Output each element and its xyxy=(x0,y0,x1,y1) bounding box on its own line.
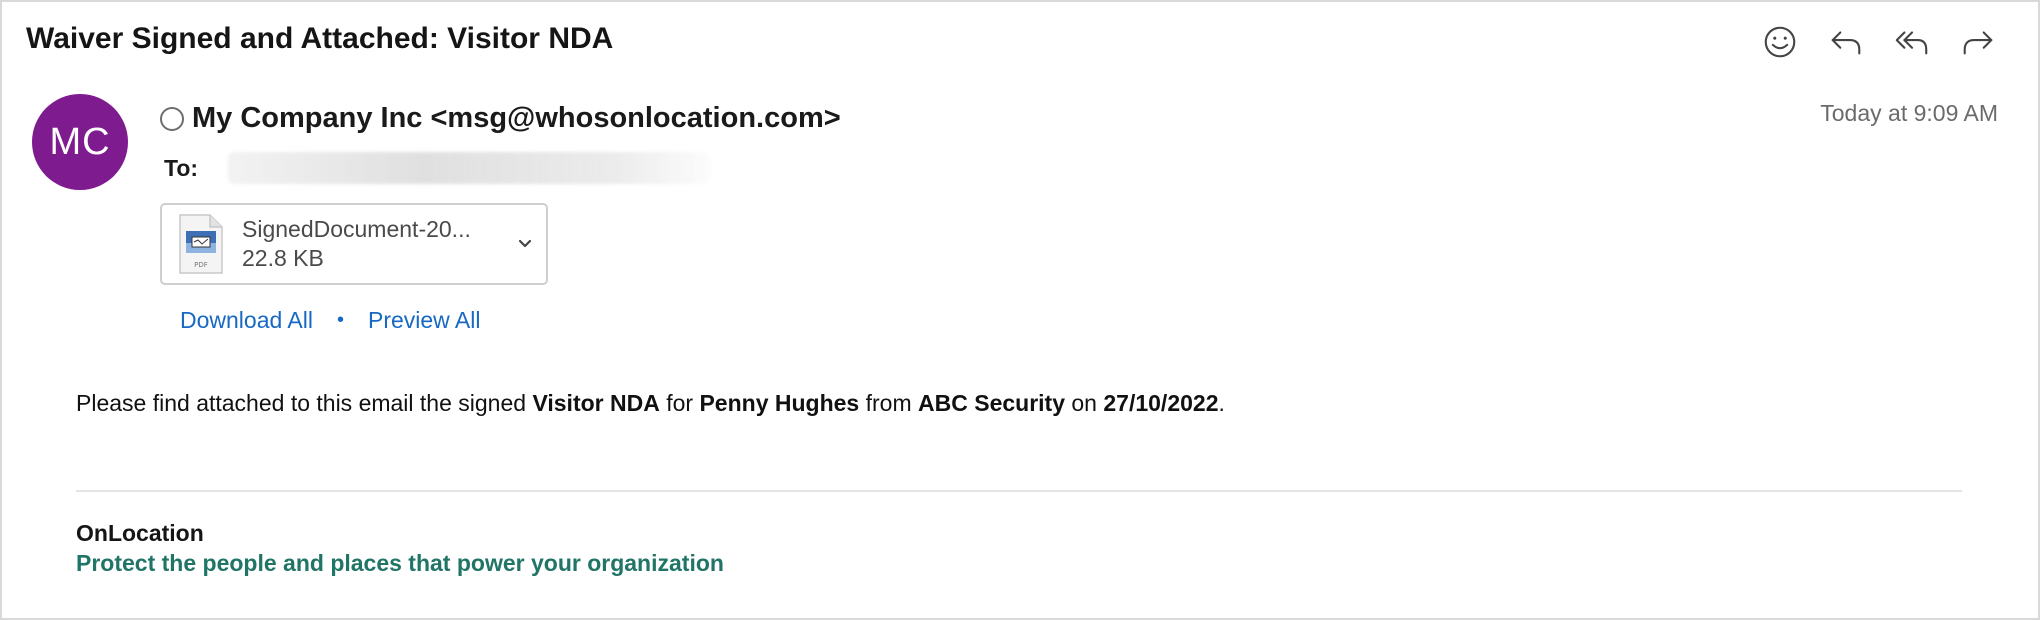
email-body: Please find attached to this email the s… xyxy=(76,390,1225,417)
attachment-card[interactable]: PDF SignedDocument-20... 22.8 KB xyxy=(160,203,548,285)
preview-all-link[interactable]: Preview All xyxy=(368,307,480,334)
attachment-links: Download All • Preview All xyxy=(180,307,480,334)
body-document: Visitor NDA xyxy=(532,390,660,416)
email-subject: Waiver Signed and Attached: Visitor NDA xyxy=(26,22,614,55)
reply-all-button[interactable] xyxy=(1890,20,1934,64)
reply-all-icon xyxy=(1895,31,1928,55)
recipient-redacted xyxy=(228,152,711,184)
pdf-file-icon: PDF xyxy=(179,214,223,274)
emoji-reaction-button[interactable] xyxy=(1758,20,1802,64)
to-label: To: xyxy=(164,154,199,181)
message-toolbar xyxy=(1758,20,2000,64)
body-text-4: on xyxy=(1065,390,1104,416)
forward-icon xyxy=(1963,31,1993,55)
forward-button[interactable] xyxy=(1956,20,2000,64)
body-person: Penny Hughes xyxy=(699,390,860,416)
chevron-down-icon[interactable] xyxy=(514,233,536,255)
signature-name: OnLocation xyxy=(76,520,204,546)
recipients-row: To: xyxy=(164,152,711,184)
body-text-2: for xyxy=(659,390,700,416)
emoji-icon xyxy=(1764,26,1796,58)
body-text-1: Please find attached to this email the s… xyxy=(76,390,533,416)
sender-name[interactable]: My Company Inc <msg@whosonlocation.com> xyxy=(192,102,841,135)
signature-tagline: Protect the people and places that power… xyxy=(76,550,724,576)
body-date: 27/10/2022 xyxy=(1103,390,1219,416)
attachment-size: 22.8 KB xyxy=(242,245,324,271)
signature-divider xyxy=(76,490,1962,492)
reply-icon xyxy=(1831,31,1861,55)
sender-avatar: MC xyxy=(32,94,128,190)
links-separator: • xyxy=(336,309,344,331)
attachment-name: SignedDocument-20... xyxy=(242,216,471,242)
message-timestamp: Today at 9:09 AM xyxy=(1820,100,1998,126)
reply-button[interactable] xyxy=(1824,20,1868,64)
body-company: ABC Security xyxy=(918,390,1065,416)
unread-status-icon[interactable] xyxy=(160,106,184,131)
body-text-5: . xyxy=(1218,390,1225,416)
body-text-3: from xyxy=(859,390,919,416)
download-all-link[interactable]: Download All xyxy=(180,307,313,334)
email-window: Waiver Signed and Attached: Visitor NDA xyxy=(0,0,2040,620)
svg-text:PDF: PDF xyxy=(194,261,208,269)
attachment-info: SignedDocument-20... 22.8 KB xyxy=(242,216,471,272)
sender-row: My Company Inc <msg@whosonlocation.com> xyxy=(160,102,841,135)
